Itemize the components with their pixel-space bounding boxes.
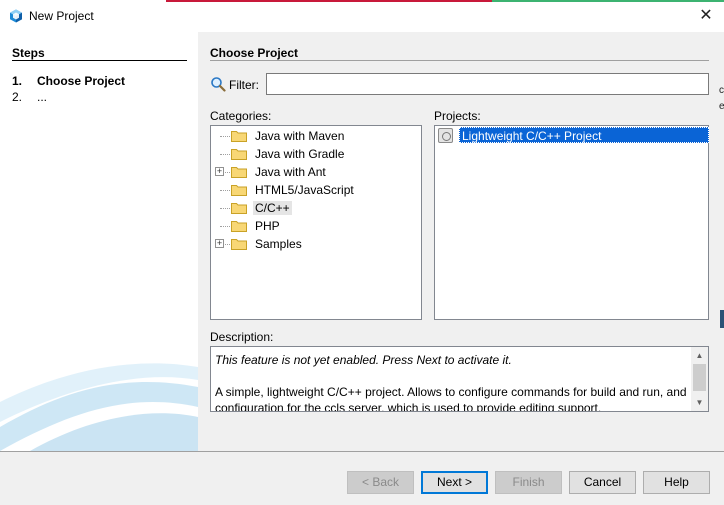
- folder-icon: [231, 185, 247, 196]
- tree-item-java-with-gradle[interactable]: Java with Gradle: [211, 145, 421, 163]
- tree-item-samples[interactable]: + Samples: [211, 235, 421, 253]
- tree-item-label: Java with Maven: [255, 129, 345, 143]
- description-label: Description:: [210, 330, 274, 344]
- scroll-thumb[interactable]: [693, 364, 706, 391]
- tree-item-label: HTML5/JavaScript: [255, 183, 354, 197]
- tree-item-java-with-maven[interactable]: Java with Maven: [211, 127, 421, 145]
- cancel-button[interactable]: Cancel: [569, 471, 636, 494]
- categories-label: Categories:: [210, 109, 272, 123]
- edge-text: c: [719, 85, 724, 96]
- scroll-down-icon[interactable]: ▼: [691, 394, 708, 411]
- footer-divider: [0, 451, 724, 452]
- scroll-up-icon[interactable]: ▲: [691, 347, 708, 364]
- description-notice: This feature is not yet enabled. Press N…: [215, 353, 512, 367]
- steps-panel: Steps 1. Choose Project 2....: [0, 32, 198, 451]
- folder-icon: [231, 221, 247, 232]
- projects-label: Projects:: [434, 109, 481, 123]
- step-number: 1.: [12, 74, 23, 88]
- tree-item-html5-javascript[interactable]: HTML5/JavaScript: [211, 181, 421, 199]
- folder-icon: [231, 239, 247, 250]
- filter-label: Filter:: [229, 78, 259, 92]
- folder-icon: [231, 167, 247, 178]
- expand-plus-icon[interactable]: +: [215, 239, 224, 248]
- description-text: This feature is not yet enabled. Press N…: [215, 352, 690, 412]
- tree-item-php[interactable]: PHP: [211, 217, 421, 235]
- step-number: 2.: [12, 90, 23, 104]
- description-body: A simple, lightweight C/C++ project. All…: [215, 385, 687, 412]
- background-window-edge: c e: [718, 32, 724, 451]
- steps-header: Steps: [12, 46, 45, 60]
- steps-divider: [12, 60, 187, 61]
- tree-item-label: Samples: [255, 237, 302, 251]
- tree-item-label: PHP: [255, 219, 280, 233]
- expand-plus-icon[interactable]: +: [215, 167, 224, 176]
- edge-text: e: [719, 101, 724, 112]
- description-box[interactable]: This feature is not yet enabled. Press N…: [210, 346, 709, 412]
- categories-tree[interactable]: Java with Maven Java with Gradle + Java …: [210, 125, 422, 320]
- filter-input[interactable]: [266, 73, 709, 95]
- header-divider: [210, 60, 709, 61]
- back-button[interactable]: < Back: [347, 471, 414, 494]
- netbeans-logo-icon: [10, 9, 22, 23]
- tree-item-label: Java with Ant: [255, 165, 326, 179]
- search-icon: [211, 77, 226, 92]
- step-label: Choose Project: [37, 74, 126, 88]
- project-gear-icon: [438, 128, 453, 143]
- next-button[interactable]: Next >: [421, 471, 488, 494]
- tree-item-java-with-ant[interactable]: + Java with Ant: [211, 163, 421, 181]
- tree-item-label: Java with Gradle: [255, 147, 345, 161]
- tree-item-label: C/C++: [253, 201, 292, 215]
- projects-list[interactable]: Lightweight C/C++ Project: [434, 125, 709, 320]
- accent-strip-green: [492, 0, 724, 2]
- help-button[interactable]: Help: [643, 471, 710, 494]
- project-item-lightweight-cpp[interactable]: Lightweight C/C++ Project: [436, 127, 709, 144]
- window-title: New Project: [29, 9, 94, 23]
- step-item: 1. Choose Project: [12, 74, 125, 88]
- finish-button[interactable]: Finish: [495, 471, 562, 494]
- step-label: ...: [37, 90, 48, 104]
- folder-icon: [231, 203, 247, 214]
- title-bar: New Project ✕: [0, 0, 724, 32]
- decorative-swoosh-graphic: [0, 363, 198, 451]
- project-item-label: Lightweight C/C++ Project: [459, 127, 709, 143]
- folder-icon: [231, 131, 247, 142]
- close-icon: ✕: [699, 7, 713, 24]
- accent-strip-red: [166, 0, 492, 2]
- page-title: Choose Project: [210, 46, 299, 60]
- folder-icon: [231, 149, 247, 160]
- tree-item-c-cpp[interactable]: C/C++: [211, 199, 421, 217]
- close-button[interactable]: ✕: [694, 6, 718, 26]
- description-scrollbar[interactable]: ▲ ▼: [691, 347, 708, 411]
- step-item: 2....: [12, 90, 47, 104]
